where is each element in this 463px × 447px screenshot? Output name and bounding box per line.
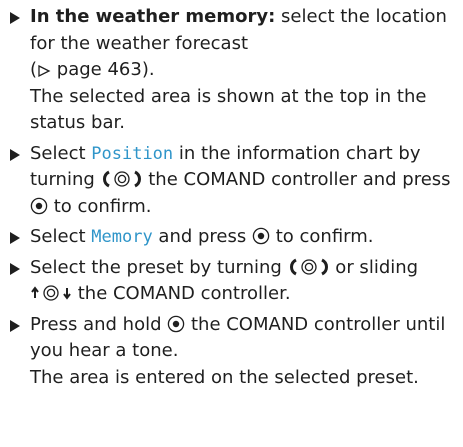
instruction-step-2: Select Position in the information chart… — [8, 141, 457, 221]
step-1-result-text: The selected area is shown at the top in… — [30, 85, 427, 134]
step-1-paren-open: ( — [30, 59, 38, 80]
step-5-result-text: The area is entered on the selected pres… — [30, 366, 419, 388]
instruction-step-1: In the weather memory: select the locati… — [8, 4, 457, 137]
action-arrow-icon — [10, 148, 20, 161]
step-3-text-b: and press — [152, 226, 252, 247]
controller-press-icon — [167, 315, 185, 333]
step-2-text-d: to confirm. — [48, 195, 152, 217]
action-arrow-icon — [10, 232, 20, 244]
step-2-text-a: Select — [30, 142, 92, 164]
instruction-step-5: Press and hold the COMAND controller unt… — [8, 312, 457, 392]
action-arrow-icon — [10, 319, 20, 332]
action-arrow-icon — [10, 12, 20, 24]
controller-press-icon — [30, 197, 48, 215]
controller-press-icon — [252, 227, 270, 245]
step-3-text-a: Select — [30, 226, 92, 247]
page-reference-link[interactable]: page 463 — [57, 59, 142, 80]
action-arrow-icon — [10, 262, 20, 275]
step-3-text-c: to confirm. — [269, 226, 374, 247]
step-2-text-c: the COMAND controller and press — [142, 169, 451, 190]
step-4-text-a: Select the preset by turning — [30, 256, 288, 278]
step-4-text-c: the COMAND controller. — [72, 283, 291, 304]
controller-turn-icon — [101, 170, 143, 188]
step-1-paren-close: ). — [141, 59, 155, 80]
instruction-step-4: Select the preset by turning or sliding … — [8, 255, 457, 308]
instruction-step-3: Select Memory and press to confirm. — [8, 224, 457, 251]
controller-slide-up-down-icon — [30, 284, 72, 302]
menu-item-position: Position — [91, 143, 174, 164]
menu-item-memory: Memory — [91, 227, 153, 247]
step-5-text-a: Press and hold — [30, 313, 168, 335]
instruction-page: In the weather memory: select the locati… — [0, 0, 463, 447]
controller-turn-icon — [288, 258, 330, 276]
page-reference-triangle-icon — [37, 64, 51, 78]
step-4-text-b: or sliding — [329, 256, 419, 278]
step-1-bold-text: In the weather memory: — [30, 6, 276, 27]
